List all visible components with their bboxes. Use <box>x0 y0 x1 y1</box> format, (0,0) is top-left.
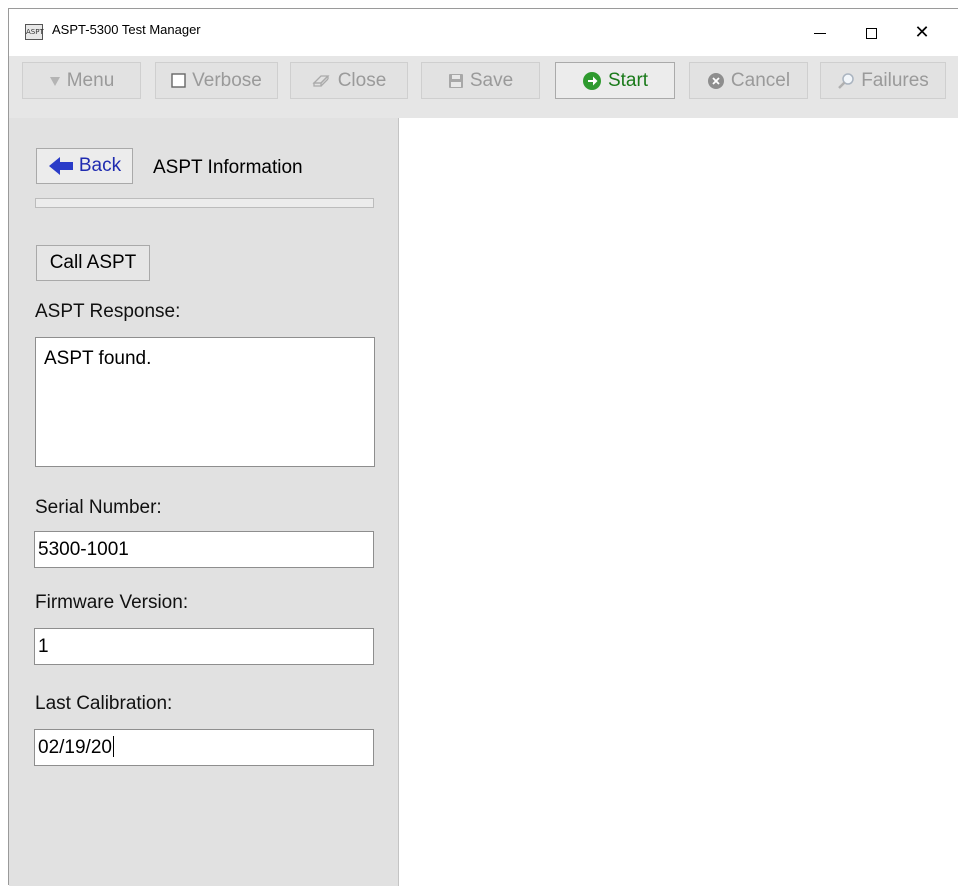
app-icon-text: ASPT <box>26 28 44 36</box>
aspt-info-panel: Back ASPT Information Call ASPT ASPT Res… <box>9 118 399 886</box>
window-title: ASPT-5300 Test Manager <box>52 22 201 37</box>
start-button-label: Start <box>607 69 649 91</box>
save-button-label: Save <box>469 69 514 91</box>
failures-button[interactable]: Failures <box>820 62 946 99</box>
call-aspt-button[interactable]: Call ASPT <box>36 245 150 281</box>
menu-button-label: Menu <box>66 69 115 91</box>
eraser-icon <box>312 73 332 89</box>
maximize-icon <box>865 27 877 39</box>
failures-button-label: Failures <box>861 69 929 91</box>
response-label: ASPT Response: <box>35 301 181 322</box>
app-window: ASPT ASPT-5300 Test Manager ✕ Menu Verbo… <box>8 8 958 886</box>
serial-number-value: 5300-1001 <box>38 539 129 560</box>
verbose-checkbox[interactable]: Verbose <box>155 62 278 99</box>
maximize-button[interactable] <box>848 15 894 51</box>
menu-button[interactable]: Menu <box>22 62 141 99</box>
start-button[interactable]: Start <box>555 62 675 99</box>
minimize-icon <box>814 32 826 34</box>
close-window-button[interactable]: ✕ <box>899 15 945 51</box>
close-button-label: Close <box>337 69 387 91</box>
toolbar: Menu Verbose Close Save Start Cancel Fai… <box>9 56 958 118</box>
x-circle-icon <box>707 72 725 90</box>
triangle-down-icon <box>49 75 61 87</box>
text-caret <box>112 736 114 757</box>
last-calibration-value: 02/19/20 <box>38 737 112 758</box>
back-button-label: Back <box>78 155 122 176</box>
title-bar: ASPT ASPT-5300 Test Manager ✕ <box>9 9 958 56</box>
back-button[interactable]: Back <box>36 148 133 184</box>
cancel-button[interactable]: Cancel <box>689 62 808 99</box>
app-icon: ASPT <box>25 24 44 40</box>
left-arrow-icon <box>48 156 74 176</box>
close-icon: ✕ <box>914 22 930 43</box>
checkbox-icon <box>171 73 186 88</box>
save-button[interactable]: Save <box>421 62 540 99</box>
serial-number-field[interactable]: 5300-1001 <box>34 531 374 568</box>
firmware-version-label: Firmware Version: <box>35 592 189 613</box>
progress-bar <box>35 198 374 208</box>
response-textarea[interactable]: ASPT found. <box>35 337 375 467</box>
firmware-version-value: 1 <box>38 636 49 657</box>
close-button[interactable]: Close <box>290 62 408 99</box>
verbose-label: Verbose <box>192 69 262 91</box>
last-calibration-field[interactable]: 02/19/20 <box>34 729 374 766</box>
serial-number-label: Serial Number: <box>35 497 162 518</box>
last-calibration-label: Last Calibration: <box>35 693 173 714</box>
magnifier-icon <box>837 72 855 90</box>
floppy-icon <box>448 73 464 89</box>
cancel-button-label: Cancel <box>730 69 791 91</box>
play-circle-icon <box>582 71 602 91</box>
section-title: ASPT Information <box>153 157 303 178</box>
output-pane <box>399 118 958 886</box>
firmware-version-field[interactable]: 1 <box>34 628 374 665</box>
minimize-button[interactable] <box>797 15 843 51</box>
